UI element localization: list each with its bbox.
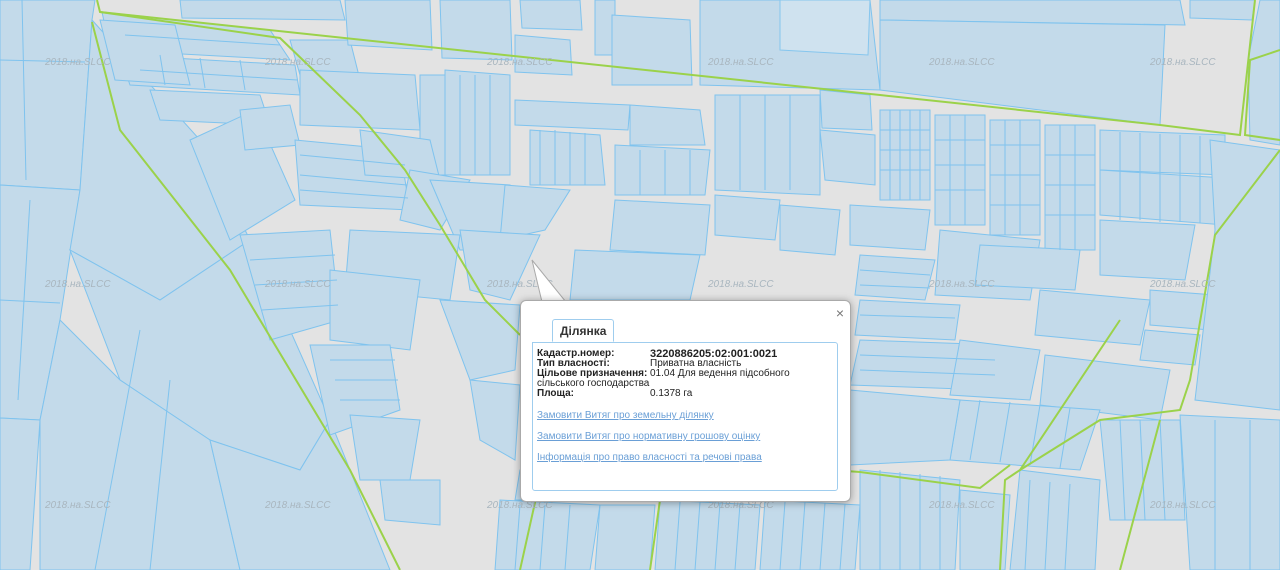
field-value: 01.04 Для ведення підсобного	[650, 368, 790, 379]
order-valuation-extract-link[interactable]: Замовити Витяг про нормативну грошову оц…	[537, 431, 760, 442]
watermark: 2018.на.SLCC	[929, 57, 995, 68]
ownership-rights-info-link[interactable]: Інформація про право власності та речові…	[537, 452, 762, 463]
tab-parcel[interactable]: Ділянка	[552, 319, 615, 342]
watermark: 2018.на.SLCC	[929, 500, 995, 511]
watermark: 2018.на.SLCC	[265, 500, 331, 511]
watermark: 2018.на.SLCC	[708, 279, 774, 290]
watermark: 2018.на.SLCC	[1150, 57, 1216, 68]
watermark: 2018.на.SLCC	[45, 500, 111, 511]
field-label: Площа:	[537, 388, 574, 399]
watermark: 2018.на.SLCC	[1150, 279, 1216, 290]
watermark: 2018.на.SLCC	[45, 279, 111, 290]
parcel-info-popup: × Ділянка Кадастр.номер: 3220886205:02:0…	[520, 300, 851, 502]
watermark: 2018.на.SLCC	[45, 57, 111, 68]
order-land-extract-link[interactable]: Замовити Витяг про земельну ділянку	[537, 410, 714, 421]
watermark: 2018.на.SLCC	[265, 57, 331, 68]
field-value: 0.1378 га	[650, 388, 693, 399]
close-icon[interactable]: ×	[836, 306, 844, 320]
watermark: 2018.на.SLCC	[265, 279, 331, 290]
watermark: 2018.на.SLCC	[929, 279, 995, 290]
watermark: 2018.на.SLCC	[487, 57, 553, 68]
popup-pointer	[531, 259, 568, 304]
watermark: 2018.на.SLCC	[1150, 500, 1216, 511]
watermark: 2018.на.SLCC	[708, 57, 774, 68]
parcel-info-panel: Кадастр.номер: 3220886205:02:001:0021 Ти…	[532, 342, 838, 491]
